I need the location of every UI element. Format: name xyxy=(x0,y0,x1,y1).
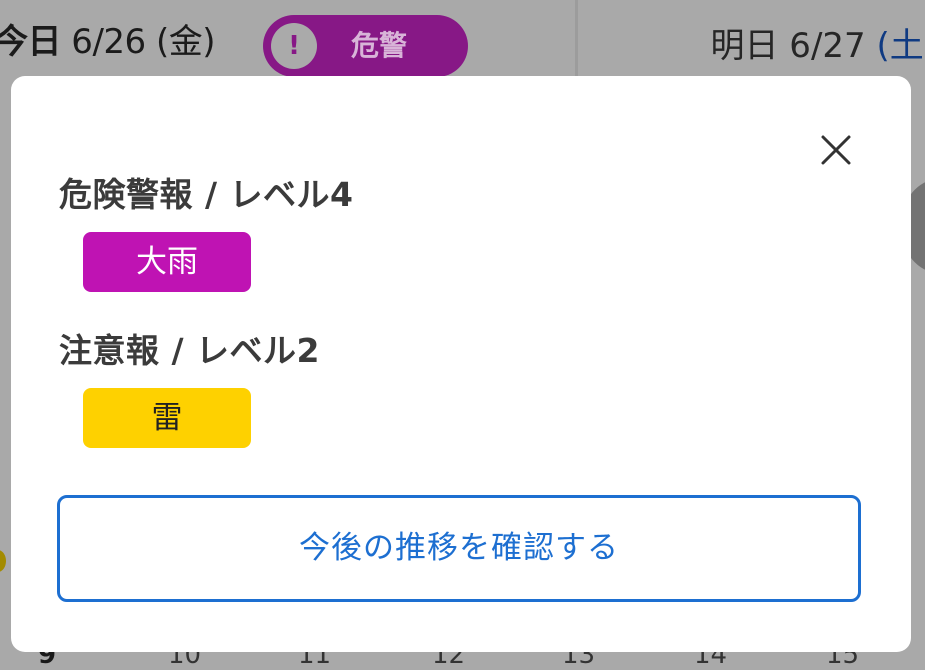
today-date-label: 今日 6/26 (金) xyxy=(0,14,216,63)
thunder-chip: 雷 xyxy=(83,388,251,448)
alert-detail-modal: 危険警報 / レベル4 大雨 注意報 / レベル2 雷 今後の推移を確認する xyxy=(11,76,911,652)
alert-badge-label: 危警 xyxy=(351,29,408,62)
heavy-rain-chip: 大雨 xyxy=(83,232,251,292)
exclamation-icon: ! xyxy=(271,23,317,69)
alert-badge: ! 危警 xyxy=(263,15,468,77)
today-header: 今日 6/26 (金) ! 危警 xyxy=(0,0,575,77)
view-trend-button[interactable]: 今後の推移を確認する xyxy=(57,495,861,602)
today-prefix: 今日 xyxy=(0,21,62,62)
advisory-level-title: 注意報 / レベル2 xyxy=(59,331,320,370)
today-date: 6/26 (金) xyxy=(61,21,215,62)
tomorrow-date: 明日 6/27 xyxy=(710,26,877,66)
warning-level-title: 危険警報 / レベル4 xyxy=(59,175,354,214)
header-divider xyxy=(575,0,578,76)
tomorrow-weekday: (土) xyxy=(876,26,925,66)
thunder-marker-icon xyxy=(0,550,6,572)
close-icon xyxy=(821,135,851,165)
tomorrow-header: 明日 6/27 (土) xyxy=(581,0,925,76)
close-button[interactable] xyxy=(814,128,858,172)
